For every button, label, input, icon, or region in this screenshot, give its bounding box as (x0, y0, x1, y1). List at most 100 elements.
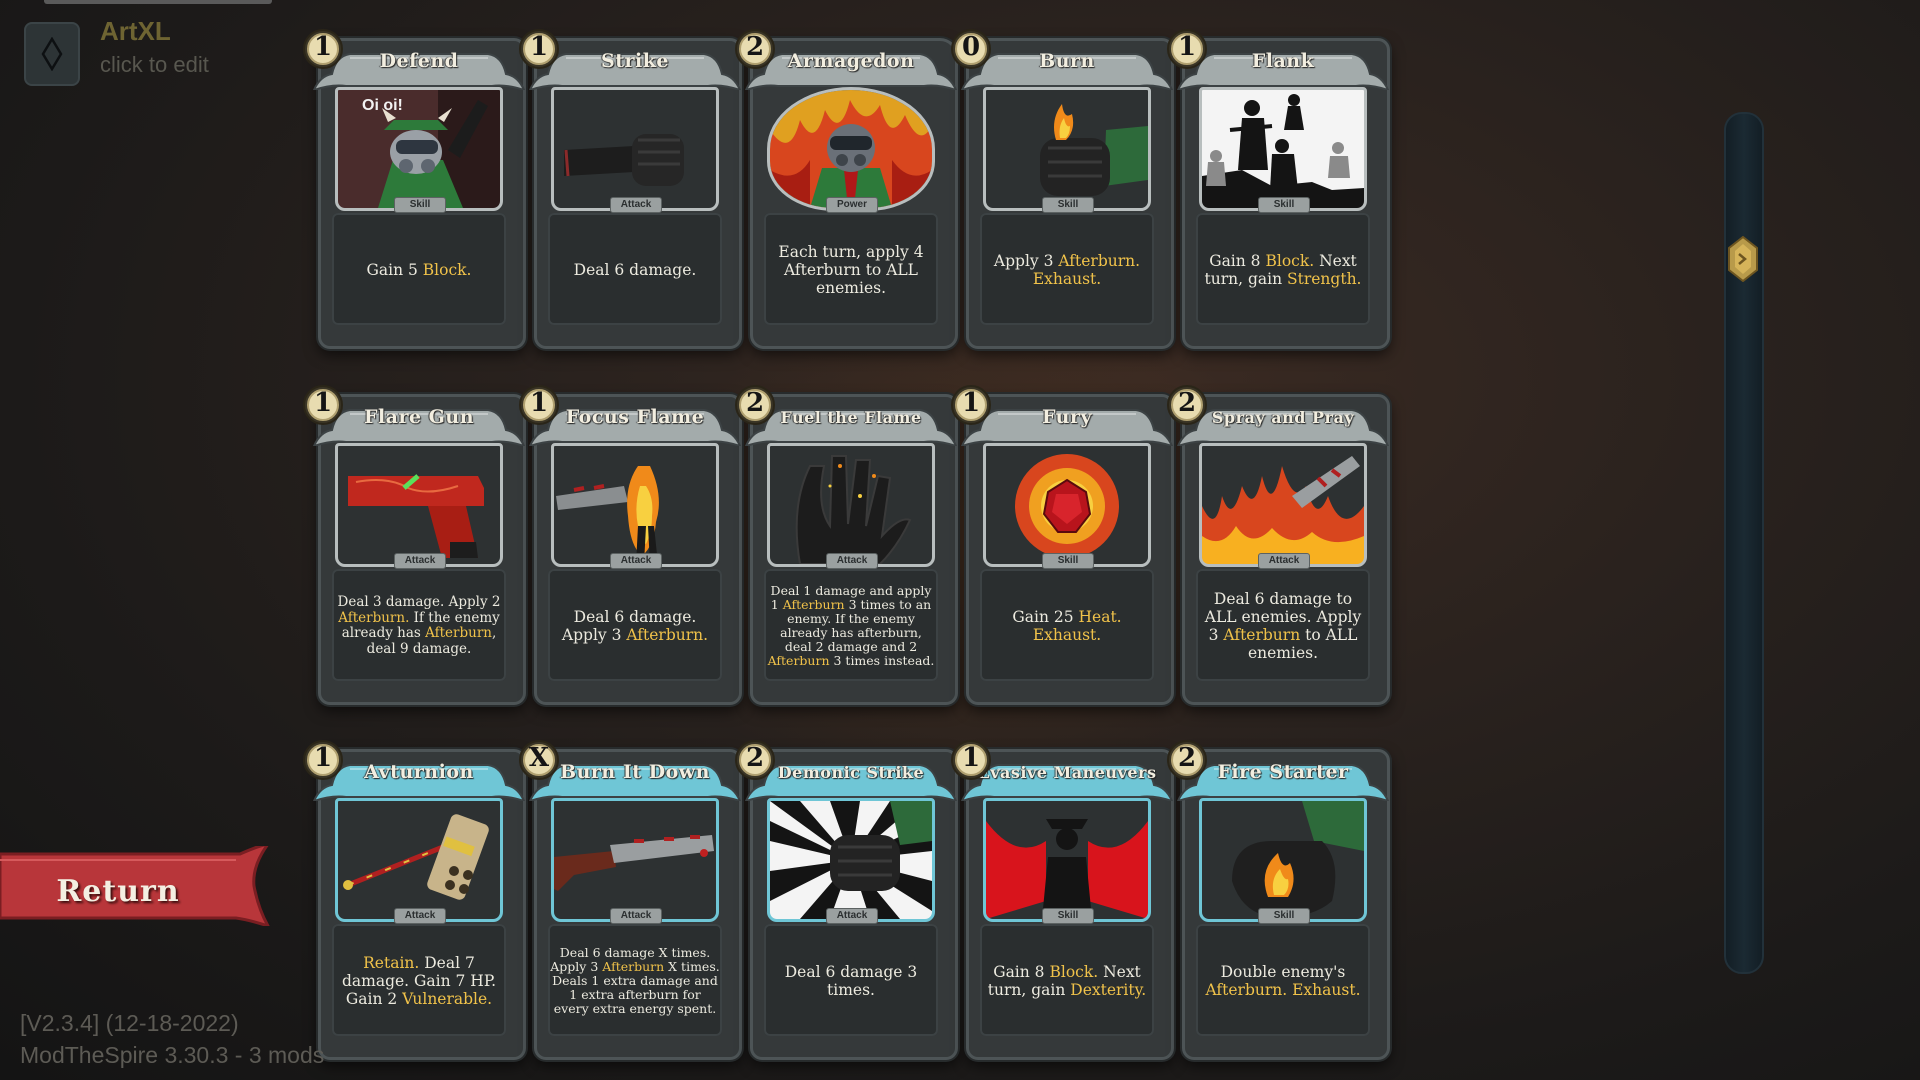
card-type-label: Skill (1042, 908, 1094, 924)
top-bar-edge (44, 0, 272, 4)
art-frame (767, 87, 935, 211)
card-armagedon[interactable]: Armagedon 2 Power Each turn, apply 4 Afterb… (735, 28, 964, 349)
card-type-label: Attack (1258, 553, 1310, 569)
card-description-text: Deal 1 damage and apply 1 Afterburn 3 ti… (766, 584, 936, 668)
profile-name[interactable]: ArtXL (100, 16, 171, 47)
card-fire-starter[interactable]: Fire Starter 2 Skill Double enemy's Afterbu… (1167, 739, 1396, 1060)
card-description-text: Deal 6 damage. (574, 261, 697, 279)
energy-cost-value: 2 (745, 388, 765, 418)
energy-cost-orb: 2 (734, 384, 776, 426)
art-frame (767, 798, 935, 922)
card-type-label: Attack (394, 908, 446, 924)
profile-icon[interactable] (24, 22, 80, 86)
art-frame (335, 87, 503, 211)
art-frame (1199, 798, 1367, 922)
card-description: Gain 25 Heat. Exhaust. (982, 572, 1152, 680)
energy-cost-orb: 1 (518, 384, 560, 426)
card-description: Retain. Deal 7 damage. Gain 7 HP. Gain 2… (334, 927, 504, 1035)
card-type-label: Skill (1258, 197, 1310, 213)
card-flank[interactable]: Flank 1 Skill Gain 8 Block. Next turn, gain… (1167, 28, 1396, 349)
description-segment: Deal 3 damage. Apply 2 (337, 594, 501, 610)
card-defend[interactable]: Oi oi! Defend 1 Skill Gain 5 Block. (303, 28, 532, 349)
keyword: Afterburn (1223, 626, 1301, 644)
card-burn[interactable]: Burn 0 Skill Apply 3 Afterburn. Exhaust. (951, 28, 1180, 349)
energy-cost-orb: 1 (950, 384, 992, 426)
keyword: Retain. (363, 954, 420, 972)
energy-cost-value: 2 (745, 743, 765, 773)
card-description-text: Deal 6 damage. Apply 3 Afterburn. (550, 608, 720, 644)
card-spray-and-pray[interactable]: Spray and Pray 2 Attack Deal 6 damage to AL… (1167, 384, 1396, 705)
card-avturnion[interactable]: Avturnion 1 Attack Retain. Deal 7 damage. G… (303, 739, 532, 1060)
energy-cost-orb: 1 (302, 28, 344, 70)
card-evasive-maneuvers[interactable]: Evasive Maneuvers 1 Skill Gain 8 Block. Nex… (951, 739, 1180, 1060)
energy-cost-value: 2 (1177, 743, 1197, 773)
energy-cost-orb: 2 (1166, 384, 1208, 426)
card-type-label: Attack (826, 553, 878, 569)
card-focus-flame[interactable]: Focus Flame 1 Attack Deal 6 damage. Apply 3… (519, 384, 748, 705)
profile-edit-hint[interactable]: click to edit (100, 52, 209, 78)
card-description-text: Retain. Deal 7 damage. Gain 7 HP. Gain 2… (334, 954, 504, 1008)
card-burn-it-down[interactable]: Burn It Down X Attack Deal 6 damage X times… (519, 739, 748, 1060)
description-segment: 3 times instead. (829, 653, 935, 668)
energy-cost-orb: 1 (302, 384, 344, 426)
keyword: Afterburn (425, 625, 492, 641)
card-description-text: Each turn, apply 4 Afterburn to ALL enem… (766, 243, 936, 297)
card-description: Deal 6 damage. (550, 216, 720, 324)
energy-cost-value: 1 (313, 32, 333, 62)
card-demonic-strike[interactable]: Demonic Strike 2 Attack Deal 6 damage 3 tim… (735, 739, 964, 1060)
card-description-text: Double enemy's Afterburn. Exhaust. (1198, 963, 1368, 999)
description-segment: Gain 25 (1012, 608, 1079, 626)
card-description-text: Gain 8 Block. Next turn, gain Strength. (1198, 252, 1368, 288)
energy-cost-orb: 1 (1166, 28, 1208, 70)
card-description: Apply 3 Afterburn. Exhaust. (982, 216, 1152, 324)
keyword: Dexterity. (1070, 981, 1147, 999)
energy-cost-value: 1 (313, 388, 333, 418)
keyword: Afterburn (767, 653, 830, 668)
card-flare-gun[interactable]: Flare Gun 1 Attack Deal 3 damage. Apply 2 A… (303, 384, 532, 705)
description-segment: Deal 6 damage. (573, 261, 697, 279)
card-description: Deal 6 damage 3 times. (766, 927, 936, 1035)
card-description: Deal 3 damage. Apply 2 Afterburn. If the… (334, 572, 504, 680)
return-label[interactable]: Return (0, 874, 236, 909)
card-description-text: Deal 6 damage X times. Apply 3 Afterburn… (550, 946, 720, 1016)
energy-cost-orb: X (518, 739, 560, 781)
art-frame (551, 443, 719, 567)
card-description: Double enemy's Afterburn. Exhaust. (1198, 927, 1368, 1035)
card-type-label: Attack (610, 553, 662, 569)
keyword: Afterburn (782, 597, 845, 612)
card-description-text: Deal 6 damage 3 times. (766, 963, 936, 999)
energy-cost-value: 1 (961, 388, 981, 418)
energy-cost-orb: 0 (950, 28, 992, 70)
card-strike[interactable]: Strike 1 Attack Deal 6 damage. (519, 28, 748, 349)
description-segment: Gain 5 (366, 261, 423, 279)
art-frame (335, 443, 503, 567)
energy-cost-value: 0 (961, 32, 981, 62)
card-description-text: Gain 8 Block. Next turn, gain Dexterity. (982, 963, 1152, 999)
keyword: Afterburn. (338, 609, 410, 626)
version-text: [V2.3.4] (12-18-2022) (20, 1010, 239, 1036)
energy-cost-orb: 2 (734, 28, 776, 70)
keyword: Block. (422, 261, 472, 279)
keyword: Strength. (1287, 270, 1362, 288)
card-description: Gain 8 Block. Next turn, gain Strength. (1198, 216, 1368, 324)
scrollbar-handle[interactable] (1727, 235, 1759, 283)
card-fury[interactable]: Fury 1 Skill Gain 25 Heat. Exhaust. (951, 384, 1180, 705)
description-segment: Each turn, apply 4 Afterburn to ALL enem… (778, 243, 924, 297)
energy-cost-value: X (528, 743, 550, 773)
card-description: Deal 6 damage X times. Apply 3 Afterburn… (550, 927, 720, 1035)
art-frame (1199, 443, 1367, 567)
art-frame (983, 87, 1151, 211)
energy-cost-orb: 1 (950, 739, 992, 781)
keyword: Afterburn. Exhaust. (1205, 981, 1361, 999)
card-type-label: Skill (1042, 197, 1094, 213)
art-frame (551, 87, 719, 211)
keyword: Afterburn (602, 959, 665, 974)
card-type-label: Attack (610, 197, 662, 213)
art-frame (551, 798, 719, 922)
card-fuel-the-flame[interactable]: Fuel the Flame 2 Attack Deal 1 damage and a… (735, 384, 964, 705)
description-segment: Gain 8 (993, 963, 1050, 981)
mods-text: ModTheSpire 3.30.3 - 3 mods (20, 1042, 325, 1068)
card-type-label: Attack (394, 553, 446, 569)
energy-cost-value: 1 (961, 743, 981, 773)
energy-cost-orb: 1 (518, 28, 560, 70)
